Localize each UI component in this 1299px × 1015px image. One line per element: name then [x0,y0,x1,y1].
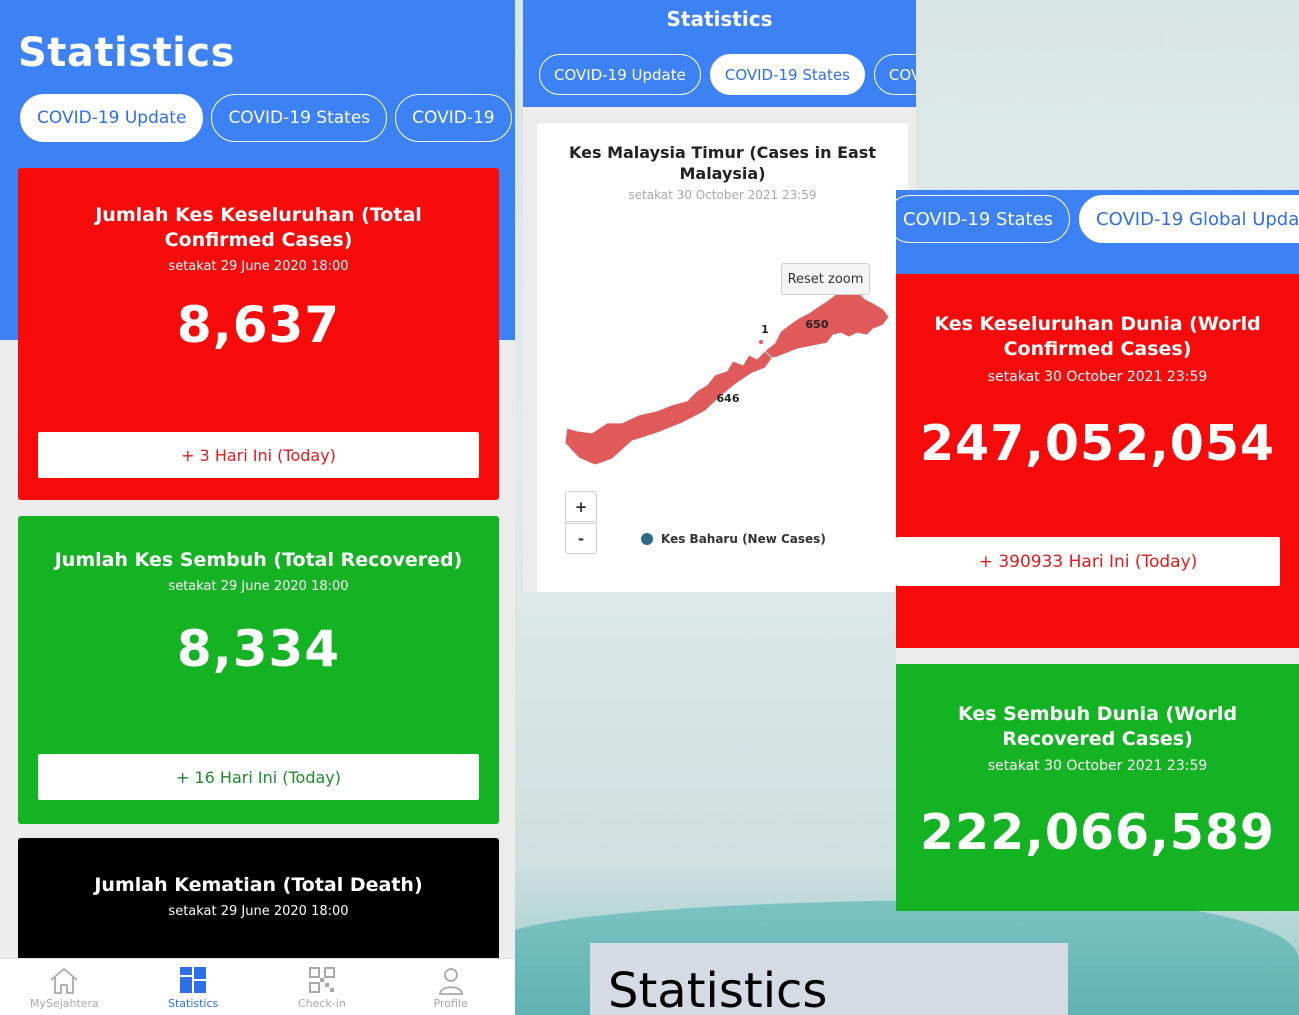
card-title: Jumlah Kes Sembuh (Total Recovered) [54,549,463,571]
world-confirmed-count: 247,052,054 [919,415,1276,472]
tab-bar: COVID-19 States COVID-19 Global Update [896,195,1299,243]
bottom-navigation: MySejahtera Statistics Check-in Profile [0,958,515,1015]
map-region-labuan [759,340,763,344]
screenshot-panel-local-stats: Statistics COVID-19 Update COVID-19 Stat… [0,0,515,1015]
tab-bar: COVID-19 Update COVID-19 States COVI [539,54,916,95]
tab-covid-states[interactable]: COVID-19 States [211,94,388,142]
statistics-icon [180,967,207,993]
region-value-labuan: 1 [761,323,769,336]
map-legend[interactable]: Kes Baharu (New Cases) [641,532,826,546]
map-title: Kes Malaysia Timur (Cases in East Malays… [569,143,876,183]
page-title: Statistics [18,30,235,76]
card-timestamp: setakat 30 October 2021 23:59 [987,758,1208,774]
nav-check-in[interactable]: Check-in [258,959,387,1015]
card-timestamp: setakat 29 June 2020 18:00 [168,904,349,919]
legend-label: Kes Baharu (New Cases) [661,532,826,546]
screenshot-panel-east-malaysia-map: Statistics COVID-19 Update COVID-19 Stat… [523,0,916,592]
nav-label: Profile [433,997,468,1010]
today-increase: + 16 Hari Ini (Today) [38,754,479,800]
tab-covid-states[interactable]: COVID-19 States [709,54,865,95]
recovered-cases-card: Jumlah Kes Sembuh (Total Recovered) seta… [18,516,499,824]
east-malaysia-map: 646 650 1 [564,284,890,466]
today-increase: + 390933 Hari Ini (Today) [896,537,1280,586]
map-region-sarawak [564,350,773,466]
nav-mysejahtera[interactable]: MySejahtera [0,959,129,1015]
nav-label: Check-in [297,997,346,1010]
today-increase: + 3 Hari Ini (Today) [38,432,479,478]
card-title: Jumlah Kematian (Total Death) [94,874,423,896]
world-recovered-card: Kes Sembuh Dunia (World Recovered Cases)… [896,664,1299,911]
screenshot-panel-global-stats: COVID-19 States COVID-19 Global Update K… [896,190,1299,911]
map-timestamp: setakat 30 October 2021 23:59 [628,188,817,202]
tab-covid-states[interactable]: COVID-19 States [896,195,1071,243]
region-value-sabah: 650 [806,318,829,331]
world-recovered-count: 222,066,589 [919,804,1276,861]
tab-bar: COVID-19 Update COVID-19 States COVID-19 [20,94,512,142]
death-cases-card: Jumlah Kematian (Total Death) setakat 29… [18,838,499,978]
card-title: Kes Keseluruhan Dunia (World Confirmed C… [934,313,1261,360]
app-header: Statistics COVID-19 Update COVID-19 Stat… [523,0,916,107]
card-timestamp: setakat 29 June 2020 18:00 [168,579,349,594]
nav-label: Statistics [167,997,219,1010]
confirmed-count: 8,637 [176,296,341,354]
tab-covid-global-update[interactable]: COVID-19 Global Update [1079,195,1299,243]
nav-label: MySejahtera [29,997,99,1010]
nav-profile[interactable]: Profile [386,959,515,1015]
tab-covid-global[interactable]: COVI [873,54,916,95]
recovered-count: 8,334 [176,620,341,678]
card-title: Jumlah Kes Keseluruhan (Total Confirmed … [95,204,422,251]
world-confirmed-card: Kes Keseluruhan Dunia (World Confirmed C… [896,274,1299,648]
card-timestamp: setakat 29 June 2020 18:00 [168,259,349,274]
card-timestamp: setakat 30 October 2021 23:59 [987,369,1208,385]
zoom-out-button[interactable]: - [565,523,597,554]
page-title: Statistics [666,7,773,31]
slide-caption: Statistics [590,943,1068,1015]
confirmed-cases-card: Jumlah Kes Keseluruhan (Total Confirmed … [18,168,499,500]
card-title: Kes Sembuh Dunia (World Recovered Cases) [957,703,1238,750]
nav-statistics[interactable]: Statistics [129,959,258,1015]
region-value-sarawak: 646 [717,392,740,405]
profile-icon [438,968,463,995]
reset-zoom-button[interactable]: Reset zoom [781,263,870,295]
map-card: Kes Malaysia Timur (Cases in East Malays… [537,123,908,592]
tab-covid-update[interactable]: COVID-19 Update [20,94,204,142]
legend-dot-icon [641,533,653,545]
zoom-in-button[interactable]: + [565,491,597,522]
home-icon [50,967,78,994]
app-header: COVID-19 States COVID-19 Global Update [896,190,1299,274]
tab-covid-update[interactable]: COVID-19 Update [539,54,701,95]
tab-covid-global[interactable]: COVID-19 [395,94,512,142]
qr-code-icon [308,967,335,993]
